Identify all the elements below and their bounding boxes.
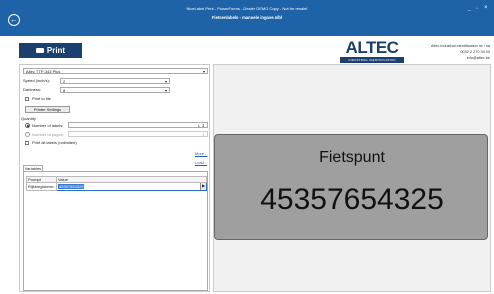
printer-settings-button[interactable]: Printer Settings [25, 106, 70, 113]
printer-select-value: Altec TTP-343 Plus [26, 69, 61, 74]
variable-prompt: Rijksregisternr: [26, 182, 57, 191]
number-of-pages-radio[interactable] [25, 132, 30, 137]
print-to-file-checkbox[interactable] [25, 97, 29, 101]
pages-quantity-stepper[interactable]: ⇕ [68, 131, 208, 137]
darkness-select-value: 8 [63, 88, 66, 93]
chevron-down-icon: ▾ [164, 88, 167, 93]
speed-select-value: 2 [63, 79, 66, 84]
number-of-labels-radio[interactable] [25, 123, 30, 128]
title-bar: ← NiceLabel Print - PowerForms - Dealer … [0, 0, 494, 36]
labels-quantity-stepper[interactable]: 1 ⇕ [68, 122, 208, 128]
print-all-labels-label: Print all labels (unlimited) [32, 140, 77, 145]
labels-quantity-value: 1 [197, 123, 200, 128]
label-preview: Fietspunt 45357654325 [214, 134, 488, 240]
print-options-panel: Altec TTP-343 Plus ▾ Speed (inch/s): 2 ▾… [19, 64, 210, 292]
company-email: info@altec.be [466, 56, 490, 60]
load-link[interactable]: Load... [195, 160, 207, 165]
printer-icon [35, 48, 44, 53]
company-logo: ALTEC INDUSTRIAL IDENTIFICATION [340, 38, 404, 64]
minimize-button[interactable]: _ [468, 6, 471, 12]
document-title: Fietsenlabels - manuele ingave.nlbl [211, 15, 283, 20]
spinner-icon: ⇕ [201, 132, 205, 137]
maximize-button[interactable]: ▫ [476, 6, 478, 12]
printer-select[interactable]: Altec TTP-343 Plus ▾ [23, 68, 208, 74]
logo-tagline: INDUSTRIAL IDENTIFICATION [340, 57, 404, 63]
darkness-select[interactable]: 8 ▾ [60, 87, 170, 93]
print-button[interactable]: Print [19, 43, 82, 58]
app-title: NiceLabel Print - PowerForms - Dealer DE… [186, 6, 308, 11]
label-title: Fietspunt [319, 149, 385, 166]
label-preview-panel: Fietspunt 45357654325 [213, 64, 491, 292]
print-to-file-label: Print to file [32, 96, 51, 101]
play-icon[interactable]: ▶ [200, 183, 206, 190]
spinner-icon: ⇕ [201, 123, 205, 128]
table-row: Rijksregisternr: 45357654325 ▶ [26, 182, 207, 191]
variable-value-input[interactable]: 45357654325 ▶ [56, 182, 207, 191]
more-link[interactable]: More... [195, 151, 207, 156]
speed-label: Speed (inch/s): [23, 78, 50, 83]
variable-value-selection: 45357654325 [58, 184, 85, 189]
print-all-labels-checkbox[interactable] [25, 141, 29, 145]
logo-word: ALTEC [345, 38, 399, 57]
variables-table: Prompt Value Rijksregisternr: 4535765432… [26, 176, 207, 191]
speed-select[interactable]: 2 ▾ [60, 78, 170, 84]
label-number: 45357654325 [260, 183, 444, 216]
company-contact: Altec industrial identification nv / sa … [431, 43, 490, 61]
number-of-pages-label: Number of pages: [32, 132, 64, 137]
print-button-label: Print [46, 46, 66, 55]
close-button[interactable]: × [484, 5, 488, 11]
number-of-labels-label: Number of labels: [32, 123, 64, 128]
darkness-label: Darkness: [23, 87, 42, 92]
quantity-section-label: Quantity [21, 116, 36, 121]
variables-panel: Prompt Value Rijksregisternr: 4535765432… [23, 171, 208, 291]
chevron-down-icon: ▾ [202, 69, 205, 74]
chevron-down-icon: ▾ [164, 79, 167, 84]
